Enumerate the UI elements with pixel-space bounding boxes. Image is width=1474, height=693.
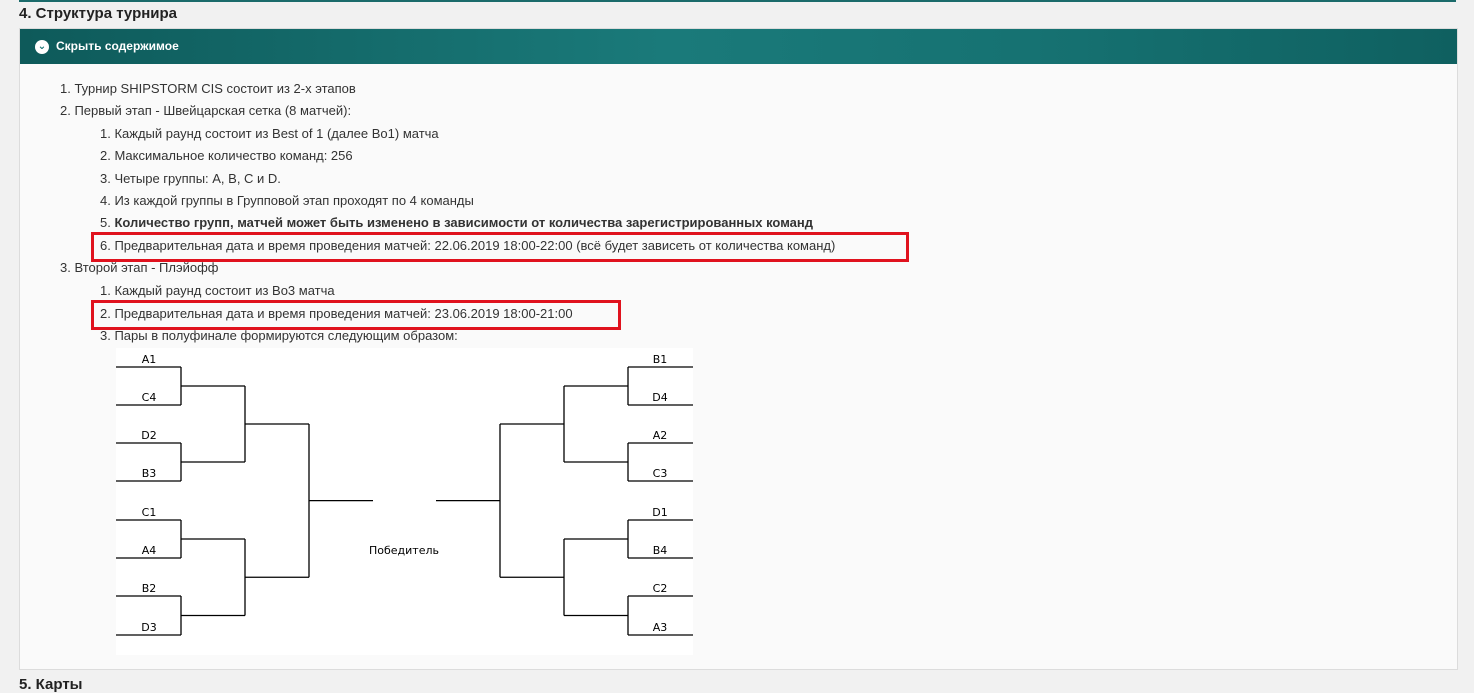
chevron-down-circle-icon: ⌄: [35, 40, 49, 54]
highlight-box: [91, 232, 909, 262]
list-item: 3. Второй этап - Плэйофф: [60, 260, 219, 275]
list-item: 5. Количество групп, матчей может быть и…: [100, 215, 813, 230]
list-item: 1. Турнир SHIPSTORM CIS состоит из 2-х э…: [60, 81, 356, 96]
spoiler-label: Скрыть содержимое: [56, 39, 179, 53]
team-label-left: D3: [141, 621, 156, 634]
list-item: 2. Максимальное количество команд: 256: [100, 148, 353, 163]
team-label-right: A3: [653, 621, 668, 634]
winner-label: Победитель: [369, 544, 439, 557]
list-item: 2. Первый этап - Швейцарская сетка (8 ма…: [60, 103, 352, 118]
team-label-right: B4: [653, 544, 668, 557]
team-label-right: D1: [652, 506, 667, 519]
section-title: 4. Структура турнира: [19, 5, 178, 22]
spoiler-toggle-button[interactable]: ⌄ Скрыть содержимое: [20, 29, 1457, 64]
team-label-left: B2: [142, 582, 157, 595]
playoff-bracket: A1 C4 D2 B3 C1 A4 B2 D3 B1 D4 A2 C3 D1 B4 C2 A3 Победите…: [116, 348, 693, 655]
bold-note: Количество групп, матчей может быть изме…: [114, 215, 813, 230]
team-label-right: A2: [653, 429, 668, 442]
team-label-left: C4: [142, 391, 157, 404]
bracket-diagram: A1 C4 D2 B3 C1 A4 B2 D3 B1 D4 A2 C3 D1 B4 C2 A3 Победите…: [116, 353, 693, 636]
team-label-left: A1: [142, 353, 157, 366]
team-label-left: A4: [142, 544, 157, 557]
team-label-right: C3: [653, 467, 668, 480]
team-label-left: C1: [142, 506, 157, 519]
list-item: 4. Из каждой группы в Групповой этап про…: [100, 193, 474, 208]
team-label-left: D2: [141, 429, 156, 442]
team-label-right: B1: [653, 353, 668, 366]
list-item: 1. Каждый раунд состоит из Best of 1 (да…: [100, 126, 439, 141]
team-label-right: D4: [652, 391, 667, 404]
top-divider: [19, 0, 1456, 2]
list-item: 3. Четыре группы: A, B, C и D.: [100, 171, 281, 186]
list-item: 1. Каждый раунд состоит из Bo3 матча: [100, 283, 335, 298]
highlight-box: [91, 300, 621, 330]
list-item-number: 5.: [100, 215, 115, 230]
team-label-right: C2: [653, 582, 668, 595]
team-label-left: B3: [142, 467, 157, 480]
list-item: 3. Пары в полуфинале формируются следующ…: [100, 328, 458, 343]
